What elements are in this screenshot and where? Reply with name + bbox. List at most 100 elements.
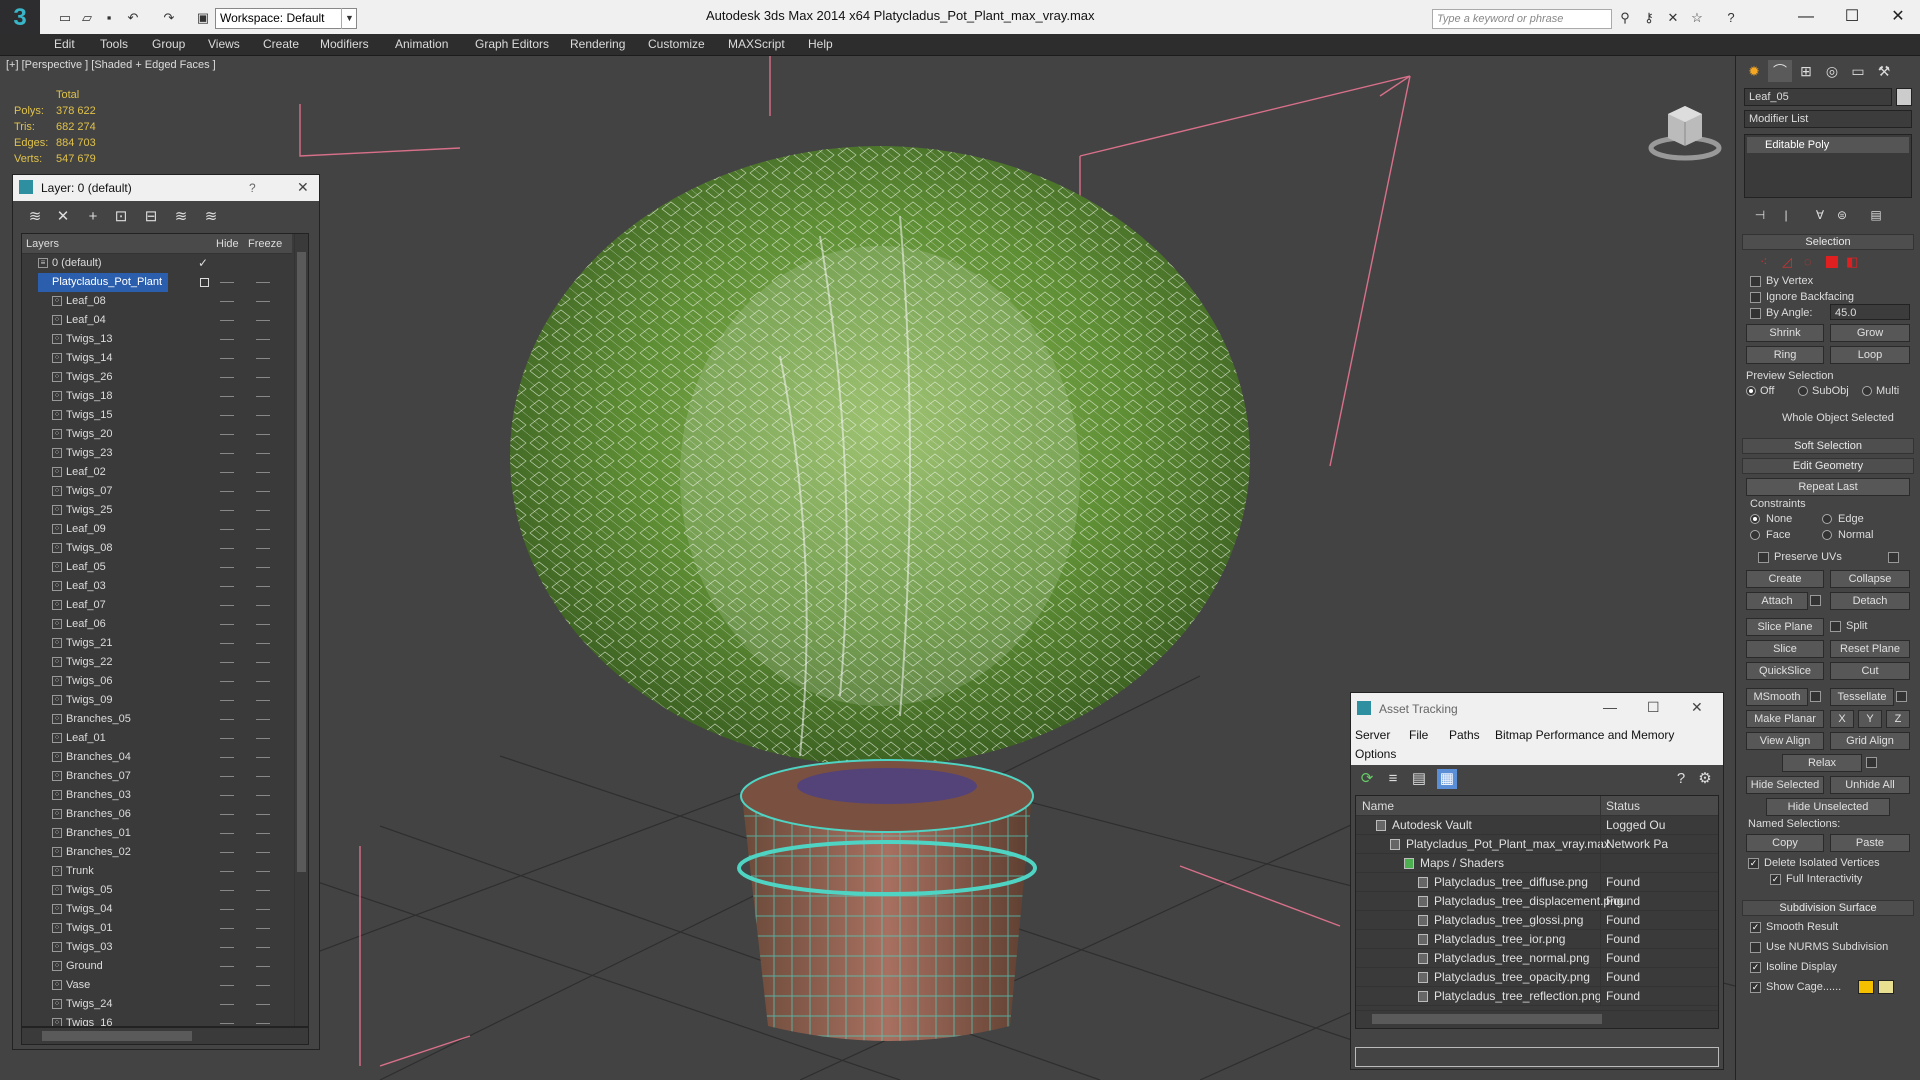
layer-row[interactable]: ⁘ Twigs_16 xyxy=(22,1014,292,1026)
favorites-star-icon[interactable]: ☆ xyxy=(1688,9,1706,27)
layer-row[interactable]: ⁘ Leaf_02 xyxy=(22,463,292,482)
menu-tools[interactable]: Tools xyxy=(100,37,128,51)
freeze-toggle[interactable] xyxy=(256,681,270,682)
layer-row[interactable]: ⁘ Twigs_04 xyxy=(22,900,292,919)
layer-row[interactable]: ⁘ Trunk xyxy=(22,862,292,881)
add-selection-icon[interactable]: + xyxy=(83,207,103,227)
by-angle-checkbox[interactable] xyxy=(1750,308,1761,319)
freeze-toggle[interactable] xyxy=(256,453,270,454)
asset-row[interactable]: Platycladus_tree_opacity.png Found xyxy=(1356,968,1718,987)
app-logo-icon[interactable]: 3 xyxy=(0,0,40,36)
save-file-icon[interactable]: ▪ xyxy=(100,9,118,27)
stack-item-editable-poly[interactable]: Editable Poly xyxy=(1747,137,1909,153)
freeze-toggle[interactable] xyxy=(256,548,270,549)
table-view-icon[interactable]: ▦ xyxy=(1437,769,1457,789)
menu-bitmap-performance[interactable]: Bitmap Performance and Memory xyxy=(1495,728,1674,742)
hide-toggle[interactable] xyxy=(220,681,234,682)
ignore-backfacing-checkbox[interactable] xyxy=(1750,292,1761,303)
hide-toggle[interactable] xyxy=(220,985,234,986)
hide-toggle[interactable] xyxy=(220,890,234,891)
quickslice-button[interactable]: QuickSlice xyxy=(1746,662,1824,680)
motion-tab-icon[interactable]: ◎ xyxy=(1820,60,1844,82)
hide-toggle[interactable] xyxy=(220,548,234,549)
hide-toggle[interactable] xyxy=(220,377,234,378)
full-interactivity-checkbox[interactable]: ✓ xyxy=(1770,874,1781,885)
split-checkbox[interactable] xyxy=(1830,621,1841,632)
layer-row[interactable]: ⁘ Twigs_24 xyxy=(22,995,292,1014)
paste-button[interactable]: Paste xyxy=(1830,834,1910,852)
freeze-toggle[interactable] xyxy=(256,719,270,720)
freeze-toggle[interactable] xyxy=(256,529,270,530)
layer-row[interactable]: ⁘ Branches_05 xyxy=(22,710,292,729)
hide-toggle[interactable] xyxy=(220,966,234,967)
selection-rollout-header[interactable]: Selection xyxy=(1742,234,1914,250)
hide-toggle[interactable] xyxy=(220,909,234,910)
delete-layer-icon[interactable]: ✕ xyxy=(53,207,73,227)
layer-row[interactable]: ⁘ Leaf_03 xyxy=(22,577,292,596)
attach-settings-icon[interactable] xyxy=(1810,595,1821,606)
minimize-icon[interactable]: — xyxy=(1786,4,1826,30)
layer-row[interactable]: ⁘ Twigs_08 xyxy=(22,539,292,558)
layer-row[interactable]: ⁘ Leaf_09 xyxy=(22,520,292,539)
menu-maxscript[interactable]: MAXScript xyxy=(728,37,785,51)
hide-toggle[interactable] xyxy=(220,928,234,929)
scroll-thumb[interactable] xyxy=(297,252,306,872)
collapse-button[interactable]: Collapse xyxy=(1830,570,1910,588)
hide-toggle[interactable] xyxy=(220,282,234,283)
layer-row[interactable]: ⁘ Branches_06 xyxy=(22,805,292,824)
freeze-toggle[interactable] xyxy=(256,396,270,397)
preserve-uvs-settings-icon[interactable] xyxy=(1888,552,1899,563)
ring-button[interactable]: Ring xyxy=(1746,346,1824,364)
col-name[interactable]: Name xyxy=(1362,799,1394,813)
hide-toggle[interactable] xyxy=(220,396,234,397)
hide-unselected-button[interactable]: Hide Unselected xyxy=(1766,798,1890,816)
delete-isolated-checkbox[interactable]: ✓ xyxy=(1748,858,1759,869)
freeze-toggle[interactable] xyxy=(256,643,270,644)
help-icon[interactable]: ? xyxy=(1722,9,1740,27)
smooth-result-checkbox[interactable]: ✓ xyxy=(1750,922,1761,933)
hide-toggle[interactable] xyxy=(220,339,234,340)
hide-toggle[interactable] xyxy=(220,567,234,568)
layer-row[interactable]: ⁘ Twigs_05 xyxy=(22,881,292,900)
close-icon[interactable]: ✕ xyxy=(297,179,309,196)
preview-subobj-radio[interactable] xyxy=(1798,386,1808,396)
freeze-toggle[interactable] xyxy=(256,434,270,435)
menu-group[interactable]: Group xyxy=(152,37,185,51)
layer-row[interactable]: ⁘ Twigs_20 xyxy=(22,425,292,444)
freeze-toggle[interactable] xyxy=(256,624,270,625)
remove-modifier-icon[interactable]: ⊜ xyxy=(1830,204,1854,226)
element-mode-icon[interactable]: ◧ xyxy=(1846,254,1858,270)
menu-paths[interactable]: Paths xyxy=(1449,728,1480,742)
active-layer-check-icon[interactable]: ✓ xyxy=(198,254,208,273)
hide-toggle[interactable] xyxy=(220,1004,234,1005)
freeze-toggle[interactable] xyxy=(256,700,270,701)
object-color-swatch[interactable] xyxy=(1896,88,1912,106)
layer-row[interactable]: ⁘ Branches_03 xyxy=(22,786,292,805)
view-align-button[interactable]: View Align xyxy=(1746,732,1824,750)
planar-y-button[interactable]: Y xyxy=(1858,710,1882,728)
viewport-label[interactable]: [+] [Perspective ] [Shaded + Edged Faces… xyxy=(6,59,216,71)
shrink-button[interactable]: Shrink xyxy=(1746,324,1824,342)
layer-row[interactable]: ⁘ Twigs_06 xyxy=(22,672,292,691)
help-icon[interactable]: ? xyxy=(1671,769,1691,789)
msmooth-button[interactable]: MSmooth xyxy=(1746,688,1808,706)
layer-row[interactable]: ⁘ Twigs_18 xyxy=(22,387,292,406)
utilities-tab-icon[interactable]: ⚒ xyxy=(1872,60,1896,82)
menu-rendering[interactable]: Rendering xyxy=(570,37,625,51)
slice-plane-button[interactable]: Slice Plane xyxy=(1746,618,1824,636)
relax-settings-icon[interactable] xyxy=(1866,757,1877,768)
freeze-toggle[interactable] xyxy=(256,833,270,834)
freeze-toggle[interactable] xyxy=(256,814,270,815)
menu-help[interactable]: Help xyxy=(808,37,833,51)
settings-icon[interactable]: ⚙ xyxy=(1695,769,1715,789)
hide-toggle[interactable] xyxy=(220,757,234,758)
hide-toggle[interactable] xyxy=(220,814,234,815)
asset-row[interactable]: Platycladus_Pot_Plant_max_vray.max Networ… xyxy=(1356,835,1718,854)
grid-align-button[interactable]: Grid Align xyxy=(1830,732,1910,750)
hide-toggle[interactable] xyxy=(220,1023,234,1024)
by-vertex-checkbox[interactable] xyxy=(1750,276,1761,287)
attach-button[interactable]: Attach xyxy=(1746,592,1808,610)
freeze-toggle[interactable] xyxy=(256,415,270,416)
layer-row[interactable]: ⁘ Twigs_14 xyxy=(22,349,292,368)
copy-button[interactable]: Copy xyxy=(1746,834,1824,852)
